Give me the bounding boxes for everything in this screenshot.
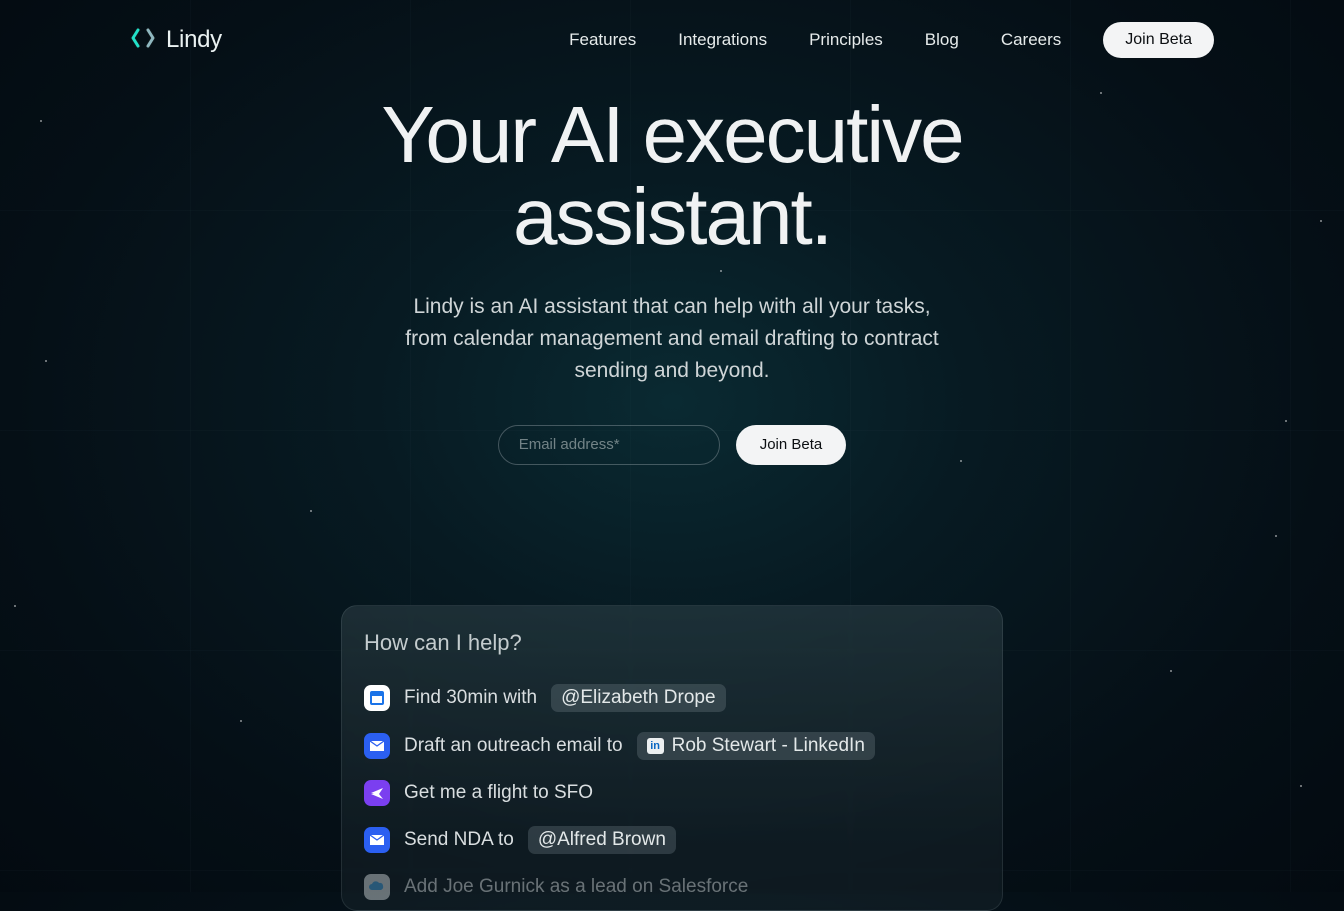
- card-title: How can I help?: [364, 630, 980, 656]
- suggestion-item[interactable]: Add Joe Gurnick as a lead on Salesforce: [364, 874, 980, 900]
- suggestion-text: Send NDA to: [404, 829, 514, 851]
- plane-icon: [364, 780, 390, 806]
- email-field[interactable]: [498, 425, 720, 465]
- nav-careers[interactable]: Careers: [1001, 30, 1061, 50]
- brand-name: Lindy: [166, 26, 222, 54]
- signup-form: Join Beta: [0, 425, 1344, 465]
- suggestion-item[interactable]: Draft an outreach email to in Rob Stewar…: [364, 732, 980, 760]
- nav-blog[interactable]: Blog: [925, 30, 959, 50]
- nav-principles[interactable]: Principles: [809, 30, 883, 50]
- mail-icon: [364, 827, 390, 853]
- calendar-icon: [364, 685, 390, 711]
- assistant-suggestion-card: How can I help? Find 30min with @Elizabe…: [341, 605, 1003, 911]
- signup-join-beta-button[interactable]: Join Beta: [736, 425, 847, 465]
- suggestion-item[interactable]: Find 30min with @Elizabeth Drope: [364, 684, 980, 712]
- nav-integrations[interactable]: Integrations: [678, 30, 767, 50]
- mention-pill: @Alfred Brown: [528, 826, 676, 854]
- brand-logo[interactable]: Lindy: [130, 26, 222, 54]
- suggestion-list: Find 30min with @Elizabeth Drope Draft a…: [364, 684, 980, 900]
- suggestion-text: Get me a flight to SFO: [404, 782, 593, 804]
- nav-join-beta-button[interactable]: Join Beta: [1103, 22, 1214, 58]
- hero-subhead: Lindy is an AI assistant that can help w…: [392, 291, 952, 387]
- mention-pill: @Elizabeth Drope: [551, 684, 725, 712]
- nav-features[interactable]: Features: [569, 30, 636, 50]
- primary-nav: Features Integrations Principles Blog Ca…: [569, 22, 1214, 58]
- site-header: Lindy Features Integrations Principles B…: [0, 0, 1344, 58]
- suggestion-text: Find 30min with: [404, 687, 537, 709]
- suggestion-item[interactable]: Get me a flight to SFO: [364, 780, 980, 806]
- mail-icon: [364, 733, 390, 759]
- hero-section: Your AI executive assistant. Lindy is an…: [0, 94, 1344, 465]
- logo-icon: [130, 27, 156, 54]
- suggestion-text: Draft an outreach email to: [404, 735, 623, 757]
- salesforce-icon: [364, 874, 390, 900]
- mention-pill: in Rob Stewart - LinkedIn: [637, 732, 875, 760]
- linkedin-icon: in: [647, 738, 664, 754]
- suggestion-item[interactable]: Send NDA to @Alfred Brown: [364, 826, 980, 854]
- hero-headline: Your AI executive assistant.: [222, 94, 1122, 257]
- suggestion-text: Add Joe Gurnick as a lead on Salesforce: [404, 876, 748, 898]
